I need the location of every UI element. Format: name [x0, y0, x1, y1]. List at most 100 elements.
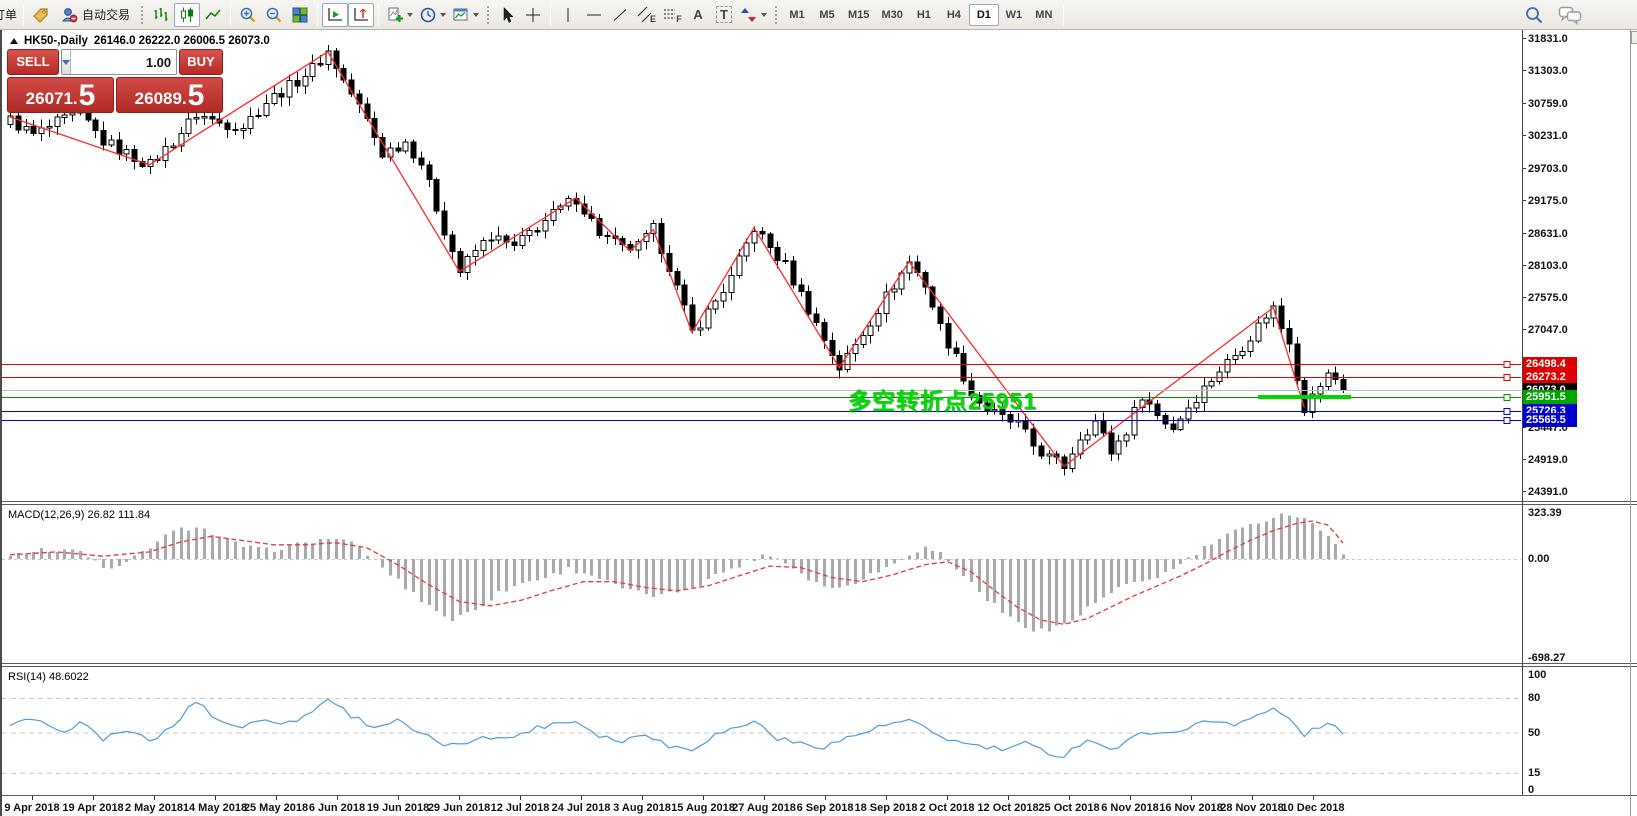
price-tick-label: 30231.0	[1528, 130, 1628, 142]
templates-button[interactable]	[449, 3, 482, 27]
date-tick	[703, 796, 704, 800]
rsi-indicator-panel[interactable]	[2, 667, 1637, 795]
text-tool-letter: A	[693, 7, 702, 22]
fibonacci-tool-button[interactable]: F	[659, 3, 685, 27]
timeframe-M1[interactable]: M1	[782, 4, 812, 26]
scrollbar-box[interactable]	[1631, 31, 1637, 44]
chart-shift-icon	[352, 6, 370, 24]
timeframe-M15[interactable]: M15	[842, 4, 875, 26]
chart-window[interactable]: HK50-,Daily 26146.0 26222.0 26006.5 2607…	[0, 30, 1637, 816]
trendline-tool-button[interactable]	[607, 3, 633, 27]
dropdown-arrow-icon	[440, 13, 446, 17]
text-label-tool-button[interactable]: T	[711, 3, 737, 27]
chart-shift-button[interactable]	[348, 3, 374, 27]
search-icon[interactable]	[1524, 5, 1544, 25]
toolbar-grip[interactable]	[774, 5, 778, 25]
timeframe-D1[interactable]: D1	[969, 4, 999, 26]
chart-title: HK50-,Daily 26146.0 26222.0 26006.5 2607…	[10, 35, 270, 47]
vertical-line-icon	[559, 6, 577, 24]
macd-indicator-panel[interactable]	[2, 505, 1637, 663]
horizontal-line-tool-button[interactable]	[581, 3, 607, 27]
date-tick	[581, 796, 582, 800]
volume-decrease-button[interactable]	[62, 50, 70, 74]
price-tick-label: 24391.0	[1528, 486, 1628, 498]
bar-chart-mode-button[interactable]	[148, 3, 174, 27]
crosshair-button[interactable]	[520, 3, 546, 27]
new-order-button[interactable]	[28, 3, 54, 27]
buy-button[interactable]: BUY	[179, 49, 223, 75]
macd-tick-label: 0.00	[1528, 553, 1628, 565]
date-label: 19 Apr 2018	[62, 802, 123, 814]
toolbar-grip[interactable]	[140, 5, 144, 25]
macd-tick-label: 323.39	[1528, 507, 1628, 519]
sell-price[interactable]: 26071.5	[7, 77, 114, 113]
macd-histogram	[11, 513, 1344, 631]
toolbar-separator	[317, 4, 318, 26]
date-label: 16 Nov 2018	[1159, 802, 1223, 814]
chart-text-annotation[interactable]: 多空转折点25951	[848, 382, 1037, 416]
horizontal-line-icon	[585, 6, 603, 24]
date-label: 24 Jul 2018	[552, 802, 611, 814]
timeframe-group: M1M5M15M30H1H4D1W1MN	[782, 4, 1059, 26]
zoom-out-button[interactable]	[261, 3, 287, 27]
candlestick-icon	[178, 6, 196, 24]
main-price-chart[interactable]	[2, 31, 1637, 501]
timeframe-MN[interactable]: MN	[1029, 4, 1059, 26]
arrows-tool-button[interactable]	[737, 3, 770, 27]
timeframe-H4[interactable]: H4	[939, 4, 969, 26]
cursor-button[interactable]	[494, 3, 520, 27]
timeframe-M5[interactable]: M5	[812, 4, 842, 26]
timeframe-M30[interactable]: M30	[875, 4, 908, 26]
fibonacci-letter: F	[676, 14, 682, 24]
price-tick-label: 29703.0	[1528, 163, 1628, 175]
indicators-button[interactable]	[383, 3, 416, 27]
candlestick-mode-button[interactable]	[174, 3, 200, 27]
chat-icon[interactable]	[1558, 5, 1582, 25]
auto-scroll-button[interactable]	[322, 3, 348, 27]
timeframe-W1[interactable]: W1	[999, 4, 1029, 26]
toolbar-grip[interactable]	[486, 5, 490, 25]
volume-input[interactable]	[70, 50, 177, 74]
toolbar-separator	[23, 4, 24, 26]
timeframe-H1[interactable]: H1	[909, 4, 939, 26]
vertical-line-tool-button[interactable]	[555, 3, 581, 27]
date-label: 27 Aug 2018	[732, 802, 796, 814]
buy-price[interactable]: 26089.5	[116, 77, 223, 113]
orders-label[interactable]: 订单	[0, 6, 19, 23]
date-tick	[215, 796, 216, 800]
text-tool-button[interactable]: A	[685, 3, 711, 27]
line-handle	[1504, 362, 1510, 368]
periods-button[interactable]	[416, 3, 449, 27]
date-tick	[1069, 796, 1070, 800]
date-tick	[1130, 796, 1131, 800]
dropdown-arrow-icon	[473, 13, 479, 17]
dropdown-arrow-icon	[407, 13, 413, 17]
bar-chart-icon	[152, 6, 170, 24]
rsi-tick-label: 80	[1528, 692, 1628, 704]
date-tick	[764, 796, 765, 800]
rsi-line	[10, 699, 1343, 757]
line-chart-mode-button[interactable]	[200, 3, 226, 27]
date-tick	[886, 796, 887, 800]
auto-scroll-icon	[326, 6, 344, 24]
template-icon	[452, 6, 470, 24]
level-price-label: 25951.5	[1523, 390, 1577, 404]
cursor-arrow-icon	[498, 6, 516, 24]
new-order-icon	[32, 6, 50, 24]
symbol-period-label: HK50-,Daily	[24, 35, 88, 47]
date-label: 28 Nov 2018	[1220, 802, 1284, 814]
autotrading-label: 自动交易	[82, 6, 130, 23]
top-toolbar: 订单 自动交易	[0, 0, 1637, 30]
date-tick	[825, 796, 826, 800]
autotrading-button[interactable]: 自动交易	[54, 3, 136, 27]
price-tick-label: 27047.0	[1528, 324, 1628, 336]
collapse-triangle-icon[interactable]	[10, 38, 18, 44]
date-label: 14 May 2018	[183, 802, 247, 814]
date-tick	[642, 796, 643, 800]
date-label: 6 Sep 2018	[797, 802, 854, 814]
sell-button[interactable]: SELL	[7, 49, 59, 75]
zoom-in-button[interactable]	[235, 3, 261, 27]
rsi-label: RSI(14) 48.6022	[8, 671, 89, 683]
tile-windows-button[interactable]	[287, 3, 313, 27]
equidistant-channel-tool-button[interactable]: E	[633, 3, 659, 27]
